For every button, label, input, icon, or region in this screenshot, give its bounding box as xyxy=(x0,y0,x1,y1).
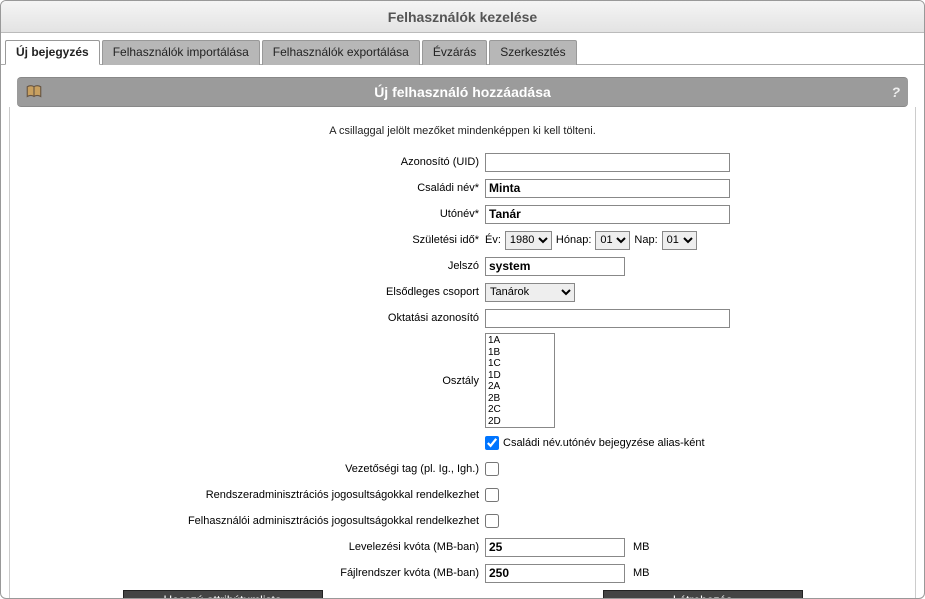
window-title: Felhasználók kezelése xyxy=(388,9,537,25)
alias-checkbox[interactable] xyxy=(485,436,499,450)
label-leadership: Vezetőségi tag (pl. Ig., Igh.) xyxy=(30,463,485,475)
password-input[interactable] xyxy=(485,257,625,276)
list-item[interactable]: 1B xyxy=(488,347,552,359)
label-fs-quota: Fájlrendszer kvóta (MB-ban) xyxy=(30,567,485,579)
help-icon[interactable]: ? xyxy=(891,84,900,100)
class-listbox[interactable]: 1A 1B 1C 1D 2A 2B 2C 2D xyxy=(485,333,555,428)
list-item[interactable]: 2A xyxy=(488,381,552,393)
panel-header: Új felhasználó hozzáadása ? xyxy=(17,77,908,107)
book-icon xyxy=(25,83,43,104)
long-attributes-button[interactable]: Hosszú attribútumlista xyxy=(123,590,323,598)
list-item[interactable]: 1D xyxy=(488,370,552,382)
button-row: Hosszú attribútumlista Létrehozás xyxy=(30,590,895,598)
birth-year-select[interactable]: 1980 xyxy=(505,231,552,250)
required-fields-hint: A csillaggal jelölt mezőket mindenképpen… xyxy=(30,125,895,137)
label-sysadmin: Rendszeradminisztrációs jogosultságokkal… xyxy=(30,489,485,501)
tab-export-users[interactable]: Felhasználók exportálása xyxy=(262,40,420,65)
label-birthdate: Születési idő* xyxy=(30,234,485,246)
tab-import-users[interactable]: Felhasználók importálása xyxy=(102,40,260,65)
birth-month-select[interactable]: 01 xyxy=(595,231,630,250)
label-alias: Családi név.utónév bejegyzése alias-ként xyxy=(503,437,705,449)
sysadmin-checkbox[interactable] xyxy=(485,488,499,502)
label-surname: Családi név* xyxy=(30,182,485,194)
label-edu-id: Oktatási azonosító xyxy=(30,312,485,324)
panel-body: A csillaggal jelölt mezőket mindenképpen… xyxy=(9,107,916,598)
leadership-checkbox[interactable] xyxy=(485,462,499,476)
list-item[interactable]: 1C xyxy=(488,358,552,370)
surname-input[interactable] xyxy=(485,179,730,198)
primary-group-select[interactable]: Tanárok xyxy=(485,283,575,302)
create-button[interactable]: Létrehozás xyxy=(603,590,803,598)
panel-title: Új felhasználó hozzáadása xyxy=(374,84,551,100)
birth-day-select[interactable]: 01 xyxy=(662,231,697,250)
list-item[interactable]: 2C xyxy=(488,404,552,416)
firstname-input[interactable] xyxy=(485,205,730,224)
list-item[interactable]: 2D xyxy=(488,416,552,428)
unit-mb-fs: MB xyxy=(633,567,650,579)
tab-edit[interactable]: Szerkesztés xyxy=(489,40,576,65)
tab-new-entry[interactable]: Új bejegyzés xyxy=(5,40,100,65)
label-primary-group: Elsődleges csoport xyxy=(30,286,485,298)
tab-year-close[interactable]: Évzárás xyxy=(422,40,487,65)
mail-quota-input[interactable] xyxy=(485,538,625,557)
useradmin-checkbox[interactable] xyxy=(485,514,499,528)
uid-input[interactable] xyxy=(485,153,730,172)
list-item[interactable]: 2B xyxy=(488,393,552,405)
unit-mb-mail: MB xyxy=(633,541,650,553)
user-management-window: Felhasználók kezelése Új bejegyzés Felha… xyxy=(0,0,925,599)
label-class: Osztály xyxy=(30,375,485,387)
label-uid: Azonosító (UID) xyxy=(30,156,485,168)
label-firstname: Utónév* xyxy=(30,208,485,220)
label-month: Hónap: xyxy=(556,234,591,246)
label-mail-quota: Levelezési kvóta (MB-ban) xyxy=(30,541,485,553)
window-titlebar: Felhasználók kezelése xyxy=(1,1,924,33)
label-year: Év: xyxy=(485,234,501,246)
fs-quota-input[interactable] xyxy=(485,564,625,583)
label-day: Nap: xyxy=(634,234,657,246)
tab-bar: Új bejegyzés Felhasználók importálása Fe… xyxy=(1,33,924,65)
content-area: Új felhasználó hozzáadása ? A csillaggal… xyxy=(1,65,924,598)
label-useradmin: Felhasználói adminisztrációs jogosultság… xyxy=(30,515,485,527)
list-item[interactable]: 1A xyxy=(488,335,552,347)
label-password: Jelszó xyxy=(30,260,485,272)
edu-id-input[interactable] xyxy=(485,309,730,328)
